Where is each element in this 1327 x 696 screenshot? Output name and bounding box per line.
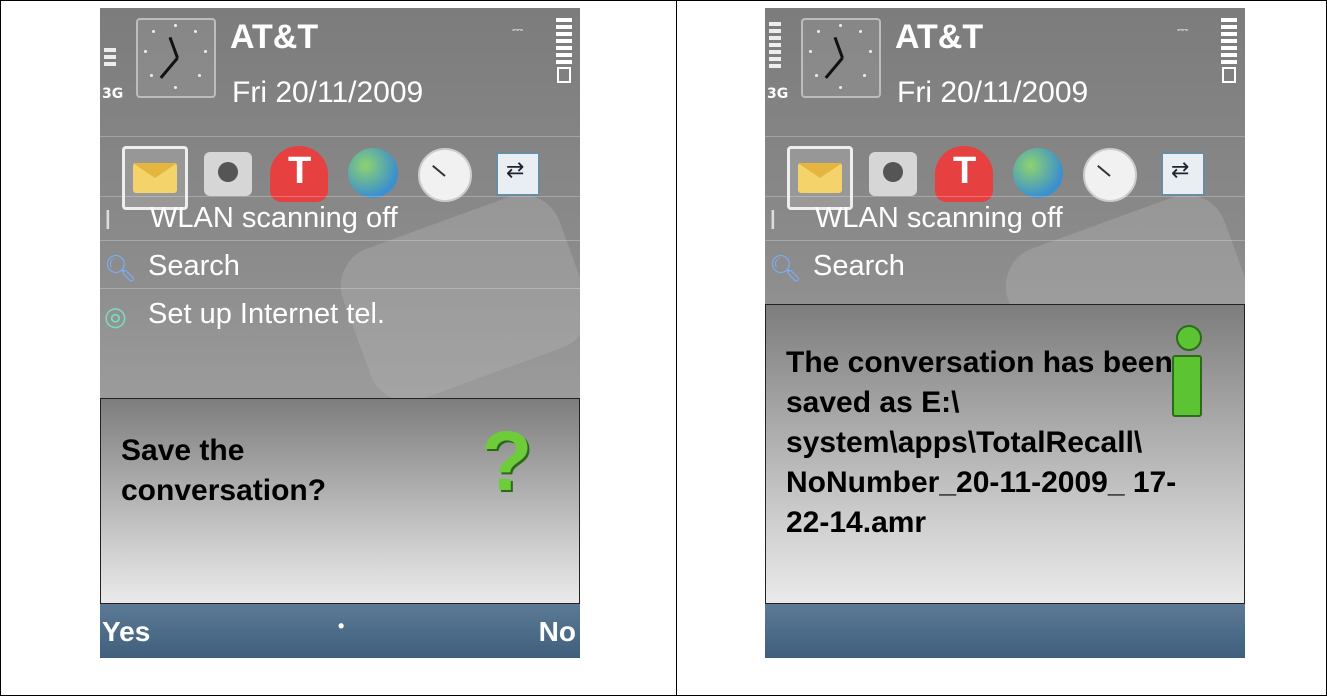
clock-shortcut-icon[interactable] (1083, 148, 1137, 202)
question-icon: ? (481, 414, 533, 508)
transfer-shortcut-icon[interactable] (496, 152, 540, 196)
wlan-icon: Ⅰ (769, 206, 777, 236)
list-item-wlan[interactable]: Ⅰ WLAN scanning off (765, 198, 1245, 242)
operator-name: AT&T (230, 18, 319, 56)
wlan-label: WLAN scanning off (815, 202, 1063, 234)
phone-screen-right: 3G AT&T Fri 20/11/2009 ⎓ Ⅰ WLAN scanning… (765, 8, 1245, 658)
column-divider (676, 0, 677, 696)
internet-tel-label: Set up Internet tel. (148, 298, 385, 330)
transfer-shortcut-icon[interactable] (1161, 152, 1205, 196)
date-label: Fri 20/11/2009 (897, 76, 1089, 109)
wlan-label: WLAN scanning off (150, 202, 398, 234)
info-dialog: The conversation has been saved as E:\ s… (765, 304, 1245, 604)
list-item-internet-tel[interactable]: ◎ Set up Internet tel. (100, 294, 580, 338)
list-item-search[interactable]: 🔍︎ Search (100, 246, 580, 290)
dialog-message: Save the conversation? (121, 434, 327, 507)
camera-shortcut-icon[interactable] (869, 152, 917, 196)
no-softkey[interactable]: No (539, 616, 576, 648)
dialog-message: The conversation has been saved as E:\ s… (786, 346, 1177, 539)
list-item-search[interactable]: 🔍︎ Search (765, 246, 1245, 290)
operator-name: AT&T (895, 18, 984, 56)
globe-shortcut-icon[interactable] (1013, 148, 1063, 198)
shortcut-bar (120, 146, 570, 210)
shortcut-bar (785, 146, 1235, 210)
list-item-wlan[interactable]: Ⅰ WLAN scanning off (100, 198, 580, 242)
operator-t-shortcut-icon[interactable] (270, 146, 328, 202)
search-icon: 🔍︎ (769, 254, 803, 284)
usb-connection-icon: ⎓ (512, 22, 524, 38)
globe-shortcut-icon[interactable] (348, 148, 398, 198)
signal-strength-icon (104, 48, 116, 69)
search-icon: 🔍︎ (104, 254, 138, 284)
yes-softkey[interactable]: Yes (102, 616, 150, 648)
clock-shortcut-icon[interactable] (418, 148, 472, 202)
info-icon (1168, 325, 1204, 417)
search-label: Search (148, 250, 240, 282)
operator-t-shortcut-icon[interactable] (935, 146, 993, 202)
middle-softkey[interactable]: • (338, 616, 344, 637)
battery-icon (1221, 18, 1237, 83)
softkey-bar: Yes • No (100, 604, 580, 658)
analog-clock-icon (136, 18, 216, 98)
softkey-bar (765, 604, 1245, 658)
network-type: 3G (102, 86, 124, 102)
usb-connection-icon: ⎓ (1177, 22, 1189, 38)
confirm-dialog: Save the conversation? ? (100, 398, 580, 604)
network-type: 3G (767, 86, 789, 102)
phone-screen-left: 3G AT&T Fri 20/11/2009 ⎓ Ⅰ WLAN scanning… (100, 8, 580, 658)
search-label: Search (813, 250, 905, 282)
analog-clock-icon (801, 18, 881, 98)
date-label: Fri 20/11/2009 (232, 76, 424, 109)
internet-tel-icon: ◎ (104, 302, 127, 332)
battery-icon (556, 18, 572, 83)
wlan-icon: Ⅰ (104, 206, 112, 236)
camera-shortcut-icon[interactable] (204, 152, 252, 196)
signal-strength-icon (769, 22, 781, 71)
